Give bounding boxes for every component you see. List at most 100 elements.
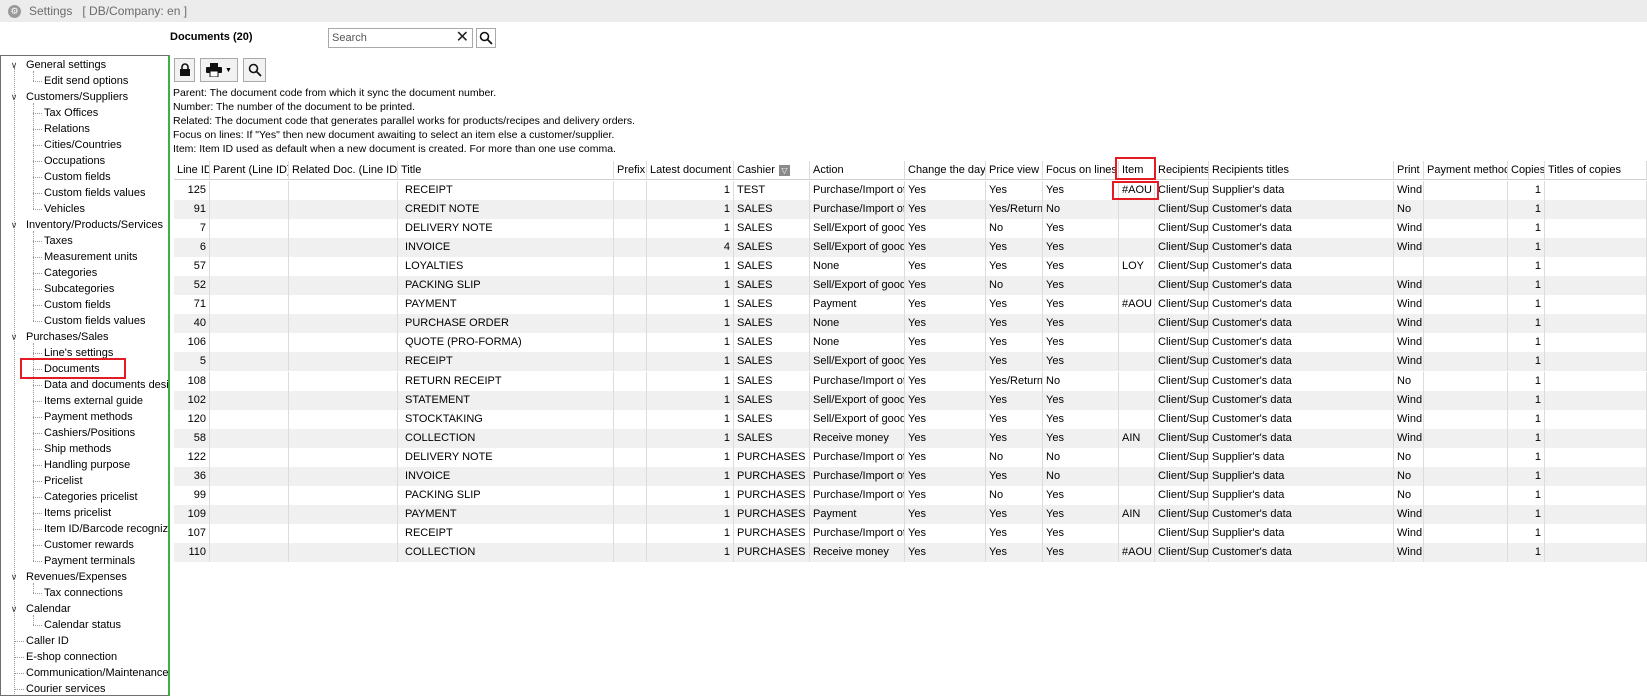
table-cell[interactable]: 99 [174, 485, 210, 505]
table-cell[interactable]: Yes [986, 504, 1043, 524]
table-cell[interactable]: Wind [1394, 238, 1424, 258]
table-cell[interactable]: Customer's data [1209, 295, 1394, 315]
table-cell[interactable] [289, 181, 398, 200]
table-cell[interactable]: None [810, 257, 905, 277]
table-cell[interactable]: Yes [905, 542, 986, 562]
table-cell[interactable] [614, 295, 647, 315]
table-cell[interactable]: Yes [1043, 295, 1119, 315]
table-cell[interactable]: Yes [986, 523, 1043, 543]
table-cell[interactable] [614, 352, 647, 372]
table-cell[interactable] [1545, 257, 1647, 277]
table-cell[interactable]: 1 [1508, 390, 1545, 410]
table-cell[interactable]: INVOICE [398, 466, 614, 486]
table-cell[interactable]: SALES [734, 219, 810, 239]
table-cell[interactable] [1119, 409, 1155, 429]
table-cell[interactable] [210, 447, 289, 467]
table-cell[interactable]: Wind [1394, 504, 1424, 524]
table-cell[interactable]: Client/Supp [1155, 447, 1209, 467]
table-cell[interactable] [614, 181, 647, 200]
table-cell[interactable]: 1 [1508, 542, 1545, 562]
column-header[interactable]: Copies [1508, 161, 1545, 180]
table-cell[interactable] [210, 295, 289, 315]
table-cell[interactable]: 1 [647, 333, 734, 353]
table-cell[interactable] [210, 485, 289, 505]
table-cell[interactable]: Purchase/Import of [810, 200, 905, 220]
table-cell[interactable]: 120 [174, 409, 210, 429]
table-row[interactable]: 120 STOCKTAKING 1 SALES Sell/Export of good Y… [174, 409, 1647, 429]
table-cell[interactable]: Yes [986, 257, 1043, 277]
table-cell[interactable]: Yes [986, 409, 1043, 429]
table-cell[interactable] [1545, 276, 1647, 296]
table-cell[interactable]: Payment [810, 504, 905, 524]
table-cell[interactable] [289, 276, 398, 296]
table-row[interactable]: 71 PAYMENT 1 SALES Payment Yes Yes Yes #AOU Clien… [174, 295, 1647, 315]
column-header[interactable]: Action [810, 161, 905, 180]
table-cell[interactable] [210, 523, 289, 543]
table-cell[interactable]: Supplier's data [1209, 466, 1394, 486]
table-cell[interactable]: 125 [174, 181, 210, 200]
table-cell[interactable]: RECEIPT [398, 523, 614, 543]
column-header[interactable]: Latest document [647, 161, 734, 180]
table-row[interactable]: 91 CREDIT NOTE 1 SALES Purchase/Import of Yes… [174, 200, 1647, 220]
table-cell[interactable]: 1 [647, 447, 734, 467]
table-row[interactable]: 7 DELIVERY NOTE 1 SALES Sell/Export of good Y… [174, 219, 1647, 239]
table-cell[interactable] [1119, 390, 1155, 410]
table-cell[interactable]: No [1394, 371, 1424, 391]
table-cell[interactable] [289, 352, 398, 372]
table-cell[interactable]: 1 [1508, 466, 1545, 486]
table-cell[interactable]: 1 [1508, 238, 1545, 258]
table-cell[interactable] [289, 390, 398, 410]
table-cell[interactable]: Client/Supp [1155, 295, 1209, 315]
search-input[interactable]: Search ✕ [328, 28, 473, 48]
table-cell[interactable] [289, 257, 398, 277]
table-cell[interactable]: 1 [1508, 219, 1545, 239]
table-cell[interactable]: Client/Supp [1155, 238, 1209, 258]
column-header[interactable]: Payment method [1424, 161, 1508, 180]
table-cell[interactable]: 1 [647, 504, 734, 524]
table-cell[interactable]: PURCHASE ORDER [398, 314, 614, 334]
table-cell[interactable]: Yes [1043, 523, 1119, 543]
table-cell[interactable]: 7 [174, 219, 210, 239]
table-cell[interactable]: Yes [986, 428, 1043, 448]
table-cell[interactable]: Client/Supp [1155, 371, 1209, 391]
table-cell[interactable] [289, 200, 398, 220]
table-cell[interactable]: Client/Supp [1155, 428, 1209, 448]
table-cell[interactable]: Customer's data [1209, 542, 1394, 562]
table-row[interactable]: 107 RECEIPT 1 PURCHASES Purchase/Import of Ye… [174, 523, 1647, 543]
table-cell[interactable]: Yes [905, 466, 986, 486]
table-cell[interactable]: 1 [647, 371, 734, 391]
table-cell[interactable]: Client/Supp [1155, 352, 1209, 372]
table-cell[interactable] [1545, 219, 1647, 239]
table-cell[interactable] [1424, 466, 1508, 486]
table-cell[interactable] [1424, 542, 1508, 562]
table-cell[interactable]: Sell/Export of good [810, 238, 905, 258]
print-button[interactable]: ▼ [200, 58, 238, 82]
table-cell[interactable]: Client/Supp [1155, 409, 1209, 429]
table-cell[interactable]: Yes [905, 409, 986, 429]
table-cell[interactable]: 1 [647, 466, 734, 486]
column-header[interactable]: Focus on lines [1043, 161, 1119, 180]
table-cell[interactable]: Supplier's data [1209, 181, 1394, 200]
table-cell[interactable]: Customer's data [1209, 409, 1394, 429]
table-cell[interactable]: SALES [734, 371, 810, 391]
table-cell[interactable] [1119, 523, 1155, 543]
table-cell[interactable]: Client/Supp [1155, 485, 1209, 505]
table-cell[interactable] [289, 371, 398, 391]
table-cell[interactable]: Yes [1043, 219, 1119, 239]
table-cell[interactable] [1424, 333, 1508, 353]
table-cell[interactable]: Client/Supp [1155, 276, 1209, 296]
table-cell[interactable]: 1 [1508, 523, 1545, 543]
table-row[interactable]: 102 STATEMENT 1 SALES Sell/Export of good Yes… [174, 390, 1647, 410]
table-cell[interactable]: PACKING SLIP [398, 276, 614, 296]
table-cell[interactable] [1119, 219, 1155, 239]
table-cell[interactable] [614, 371, 647, 391]
table-cell[interactable] [1119, 200, 1155, 220]
table-cell[interactable] [1545, 295, 1647, 315]
table-cell[interactable] [1424, 352, 1508, 372]
table-cell[interactable] [210, 314, 289, 334]
table-cell[interactable]: Receive money [810, 428, 905, 448]
table-cell[interactable]: Yes [1043, 485, 1119, 505]
table-cell[interactable] [289, 485, 398, 505]
table-cell[interactable]: Yes [905, 428, 986, 448]
table-cell[interactable]: Yes [905, 371, 986, 391]
